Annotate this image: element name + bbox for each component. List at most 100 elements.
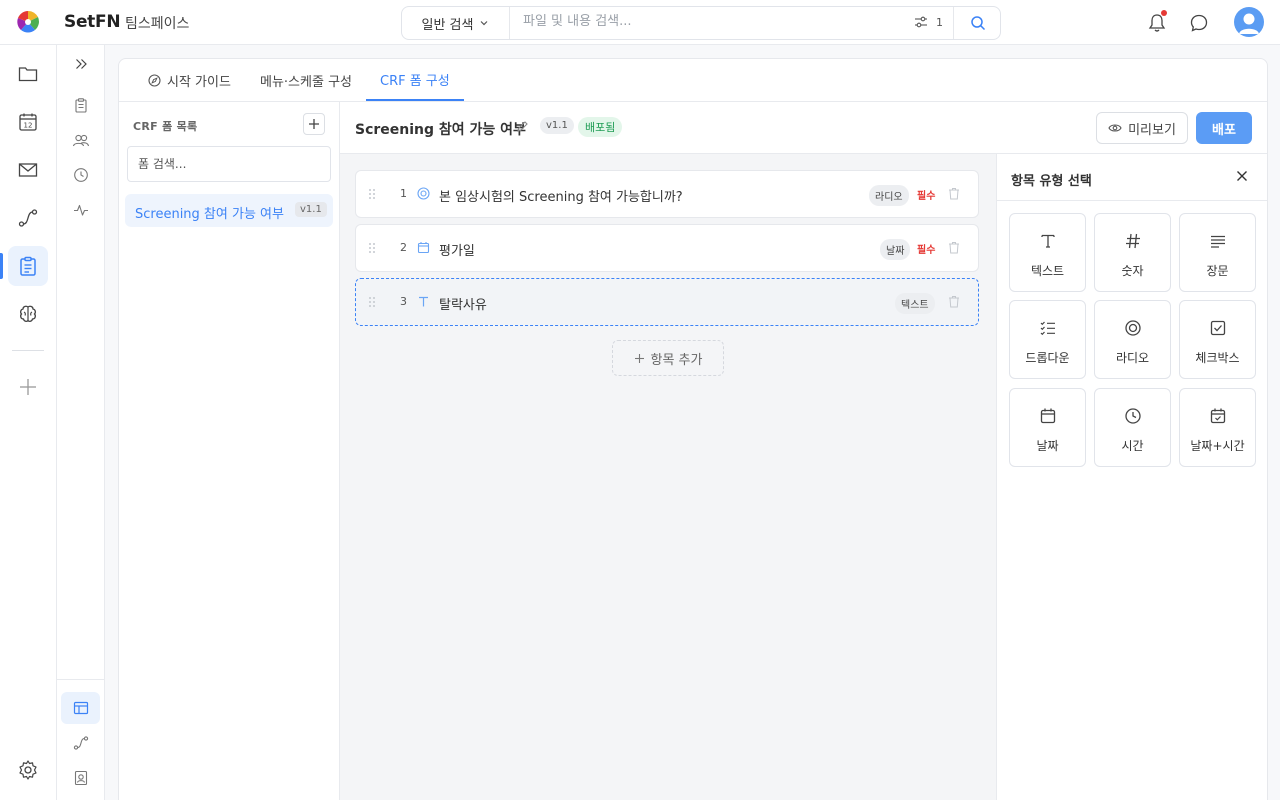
form-list-title: CRF 폼 목록 [133, 120, 198, 133]
form-field-item[interactable]: 2 평가일 날짜 필수 [355, 224, 979, 272]
brand-name[interactable]: SetFN [64, 12, 121, 32]
rail-settings-button[interactable] [8, 750, 48, 790]
rail-item-mail[interactable] [8, 150, 48, 190]
rail2-item-users[interactable] [69, 128, 93, 152]
drag-handle-icon[interactable] [368, 188, 376, 200]
palette-item-checkbox[interactable]: 체크박스 [1179, 300, 1256, 379]
add-field-label: 항목 추가 [650, 352, 703, 368]
text-icon [419, 296, 428, 307]
rail-item-brain[interactable] [8, 294, 48, 334]
field-type-badge: 날짜 [880, 239, 911, 260]
users-icon [72, 134, 90, 147]
form-list-item[interactable]: Screening 참여 가능 여부 v1.1 [125, 194, 333, 227]
tab-bar: 시작 가이드 메뉴·스케줄 구성 CRF 폼 구성 [119, 59, 1267, 102]
trash-icon[interactable] [948, 295, 960, 308]
editor-header: Screening 참여 가능 여부 v1.1 배포됨 미리보기 배포 [340, 102, 1267, 154]
search-input[interactable] [523, 14, 903, 29]
rail-add-button[interactable] [8, 367, 48, 407]
close-icon[interactable] [1235, 169, 1249, 183]
rail2-item-history[interactable] [69, 163, 93, 187]
brain-icon [20, 305, 36, 322]
expand-rail-button[interactable] [69, 52, 93, 76]
tab-getting-started[interactable]: 시작 가이드 [148, 59, 231, 101]
search-button[interactable] [953, 7, 1001, 39]
tab-crf-form[interactable]: CRF 폼 구성 [366, 59, 464, 101]
deploy-button[interactable]: 배포 [1196, 112, 1252, 144]
palette-item-number[interactable]: 숫자 [1094, 213, 1171, 292]
palette-item-label: 날짜 [1036, 439, 1059, 453]
version-badge: v1.1 [540, 117, 574, 134]
tab-menu-schedule[interactable]: 메뉴·스케줄 구성 [260, 59, 352, 101]
calendar-icon: 12 [19, 113, 37, 131]
search-filter-button[interactable]: 1 [914, 15, 943, 29]
tab-label: CRF 폼 구성 [380, 73, 450, 89]
avatar[interactable] [1234, 7, 1264, 37]
rail2-item-clipboard[interactable] [69, 93, 93, 117]
palette-item-label: 드롭다운 [1025, 351, 1070, 365]
field-required-badge: 필수 [917, 191, 936, 202]
form-field-item[interactable]: 1 본 임상시험의 Screening 참여 가능합니까? 라디오 필수 [355, 170, 979, 218]
clock-icon [1125, 408, 1141, 424]
palette-item-label: 텍스트 [1030, 264, 1065, 278]
workspace-name[interactable]: 팀스페이스 [125, 13, 189, 33]
rail2-item-contact[interactable] [69, 766, 93, 790]
main-panel: 시작 가이드 메뉴·스케줄 구성 CRF 폼 구성 CRF 폼 목록 Scree… [118, 58, 1268, 800]
field-type-palette: 항목 유형 선택 텍스트 숫자 장문 드롭다운 라디오 체크박스 날짜 시간 날… [996, 154, 1267, 800]
layout-icon [73, 701, 89, 715]
radio-icon [1125, 320, 1141, 336]
palette-item-label: 시간 [1121, 439, 1144, 453]
field-label: 평가일 [439, 244, 475, 259]
filter-count: 1 [936, 15, 943, 29]
rail-item-route[interactable] [8, 198, 48, 238]
route-icon [73, 736, 89, 750]
calendar-check-icon [1210, 408, 1226, 424]
rail-item-folder[interactable] [8, 54, 48, 94]
form-canvas: 1 본 임상시험의 Screening 참여 가능합니까? 라디오 필수 2 평… [340, 154, 996, 800]
app-logo-icon[interactable] [17, 11, 39, 33]
palette-divider [997, 200, 1267, 201]
rail-active-indicator [0, 253, 3, 279]
palette-item-dropdown[interactable]: 드롭다운 [1009, 300, 1086, 379]
add-form-button[interactable] [303, 113, 325, 135]
primary-rail: 12 [0, 45, 57, 800]
rail2-item-route[interactable] [69, 731, 93, 755]
status-badge: 배포됨 [578, 117, 623, 137]
field-label: 본 임상시험의 Screening 참여 가능합니까? [439, 190, 683, 205]
form-search-input[interactable] [127, 146, 331, 182]
palette-item-label: 날짜+시간 [1190, 439, 1245, 453]
drag-handle-icon[interactable] [368, 242, 376, 254]
palette-item-date[interactable]: 날짜 [1009, 388, 1086, 467]
palette-item-radio[interactable]: 라디오 [1094, 300, 1171, 379]
palette-item-paragraph[interactable]: 장문 [1179, 213, 1256, 292]
calendar-icon [417, 242, 430, 254]
palette-item-time[interactable]: 시간 [1094, 388, 1171, 467]
rail2-item-activity[interactable] [69, 198, 93, 222]
rail-item-calendar[interactable]: 12 [8, 102, 48, 142]
field-number: 3 [400, 295, 407, 308]
field-required-badge: 필수 [917, 245, 936, 256]
plus-icon [20, 379, 36, 395]
hash-icon [1126, 233, 1140, 249]
form-field-item-selected[interactable]: 3 탈락사유 텍스트 [355, 278, 979, 326]
drag-handle-icon[interactable] [368, 296, 376, 308]
preview-label: 미리보기 [1128, 122, 1176, 138]
palette-item-text[interactable]: 텍스트 [1009, 213, 1086, 292]
contact-icon [74, 770, 88, 786]
preview-button[interactable]: 미리보기 [1096, 112, 1188, 144]
trash-icon[interactable] [948, 187, 960, 200]
rail-item-crf[interactable] [8, 246, 48, 286]
clock-icon [74, 168, 88, 182]
palette-item-datetime[interactable]: 날짜+시간 [1179, 388, 1256, 467]
add-field-button[interactable]: 항목 추가 [612, 340, 724, 376]
tab-label: 메뉴·스케줄 구성 [260, 74, 352, 90]
chat-icon[interactable] [1188, 12, 1210, 34]
text-icon [1041, 234, 1055, 248]
search-mode-select[interactable]: 일반 검색 [402, 7, 510, 39]
palette-item-label: 라디오 [1115, 351, 1150, 365]
trash-icon[interactable] [948, 241, 960, 254]
plus-icon [634, 353, 644, 363]
rail2-item-layout[interactable] [69, 696, 93, 720]
pencil-icon[interactable] [516, 120, 529, 133]
form-list-item-name: Screening 참여 가능 여부 [135, 207, 284, 222]
palette-item-label: 숫자 [1121, 264, 1144, 278]
